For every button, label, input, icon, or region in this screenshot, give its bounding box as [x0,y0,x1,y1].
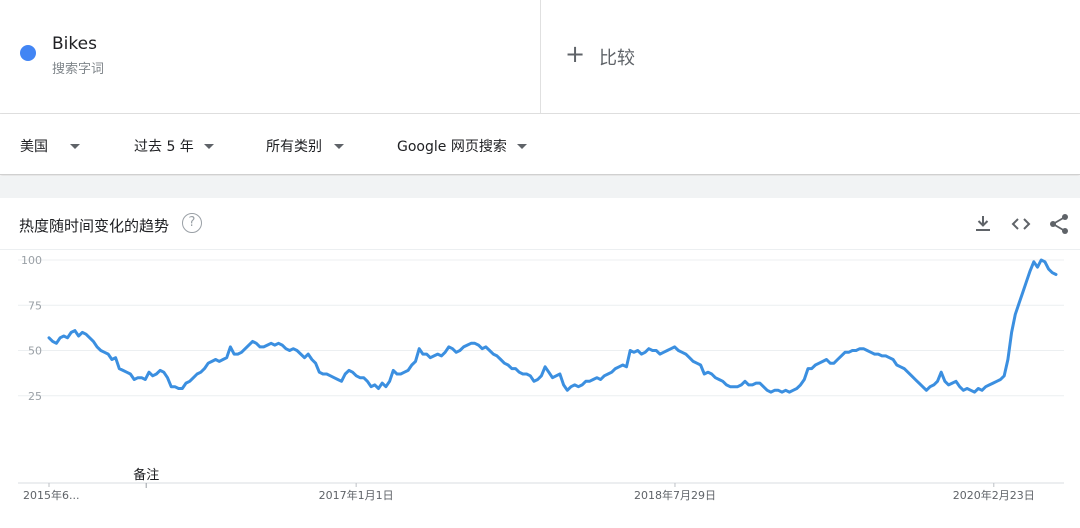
trend-chart: 25 50 75 100 备注 2015年6... 2017年1月1日 2018年7月29日 2… [0,250,1080,528]
x-tick-label: 2015年6... [23,488,79,502]
caret-down-icon [203,143,214,149]
y-tick-label: 100 [21,254,42,267]
time-filter-label: 过去 5 年 [134,139,194,155]
term-bar: Bikes 搜索字词 + 比较 [0,0,1080,114]
caret-down-icon [516,143,527,149]
x-tick-label: 2020年2月23日 [953,488,1035,502]
plus-icon: + [565,40,586,68]
region-filter-label: 美国 [20,139,48,155]
x-tick-label: 2018年7月29日 [634,488,716,502]
x-tick-label: 2017年1月1日 [319,488,394,502]
compare-label: 比较 [599,48,635,69]
embed-code-icon[interactable] [1009,212,1033,236]
card-header: 热度随时间变化的趋势 ? [0,198,1080,250]
y-tick-label: 50 [28,345,42,358]
compare-button[interactable]: + 比较 [541,0,1080,113]
caret-down-icon [334,143,344,149]
y-tick-label: 75 [28,299,42,312]
help-circle-icon[interactable]: ? [182,213,202,233]
term-type: 搜索字词 [52,62,105,77]
series-line-bikes[interactable] [47,258,1058,394]
term-name[interactable]: Bikes [52,34,97,54]
share-icon[interactable] [1047,212,1071,236]
filter-bar: 美国 过去 5 年 所有类别 Google 网页搜索 [0,114,1080,175]
category-filter[interactable]: 所有类别 [266,136,344,156]
search-type-filter-label: Google 网页搜索 [397,139,507,155]
trend-chart-svg: 25 50 75 100 备注 2015年6... 2017年1月1日 2018年7月29日 2… [18,254,1064,502]
section-gap [0,176,1080,198]
caret-down-icon [70,143,80,149]
term-color-dot [20,45,36,61]
annotation-label[interactable]: 备注 [133,467,159,483]
time-filter[interactable]: 过去 5 年 [134,136,214,156]
term-card[interactable]: Bikes 搜索字词 [0,0,541,114]
search-type-filter[interactable]: Google 网页搜索 [397,136,527,156]
category-filter-label: 所有类别 [266,139,322,155]
y-tick-label: 25 [28,390,42,403]
card-title: 热度随时间变化的趋势 [19,217,170,235]
download-icon[interactable] [971,212,995,236]
interest-over-time-card: 热度随时间变化的趋势 ? 25 50 75 100 备注 2015年6... 2017年1月… [0,198,1080,528]
region-filter[interactable]: 美国 [20,136,80,156]
